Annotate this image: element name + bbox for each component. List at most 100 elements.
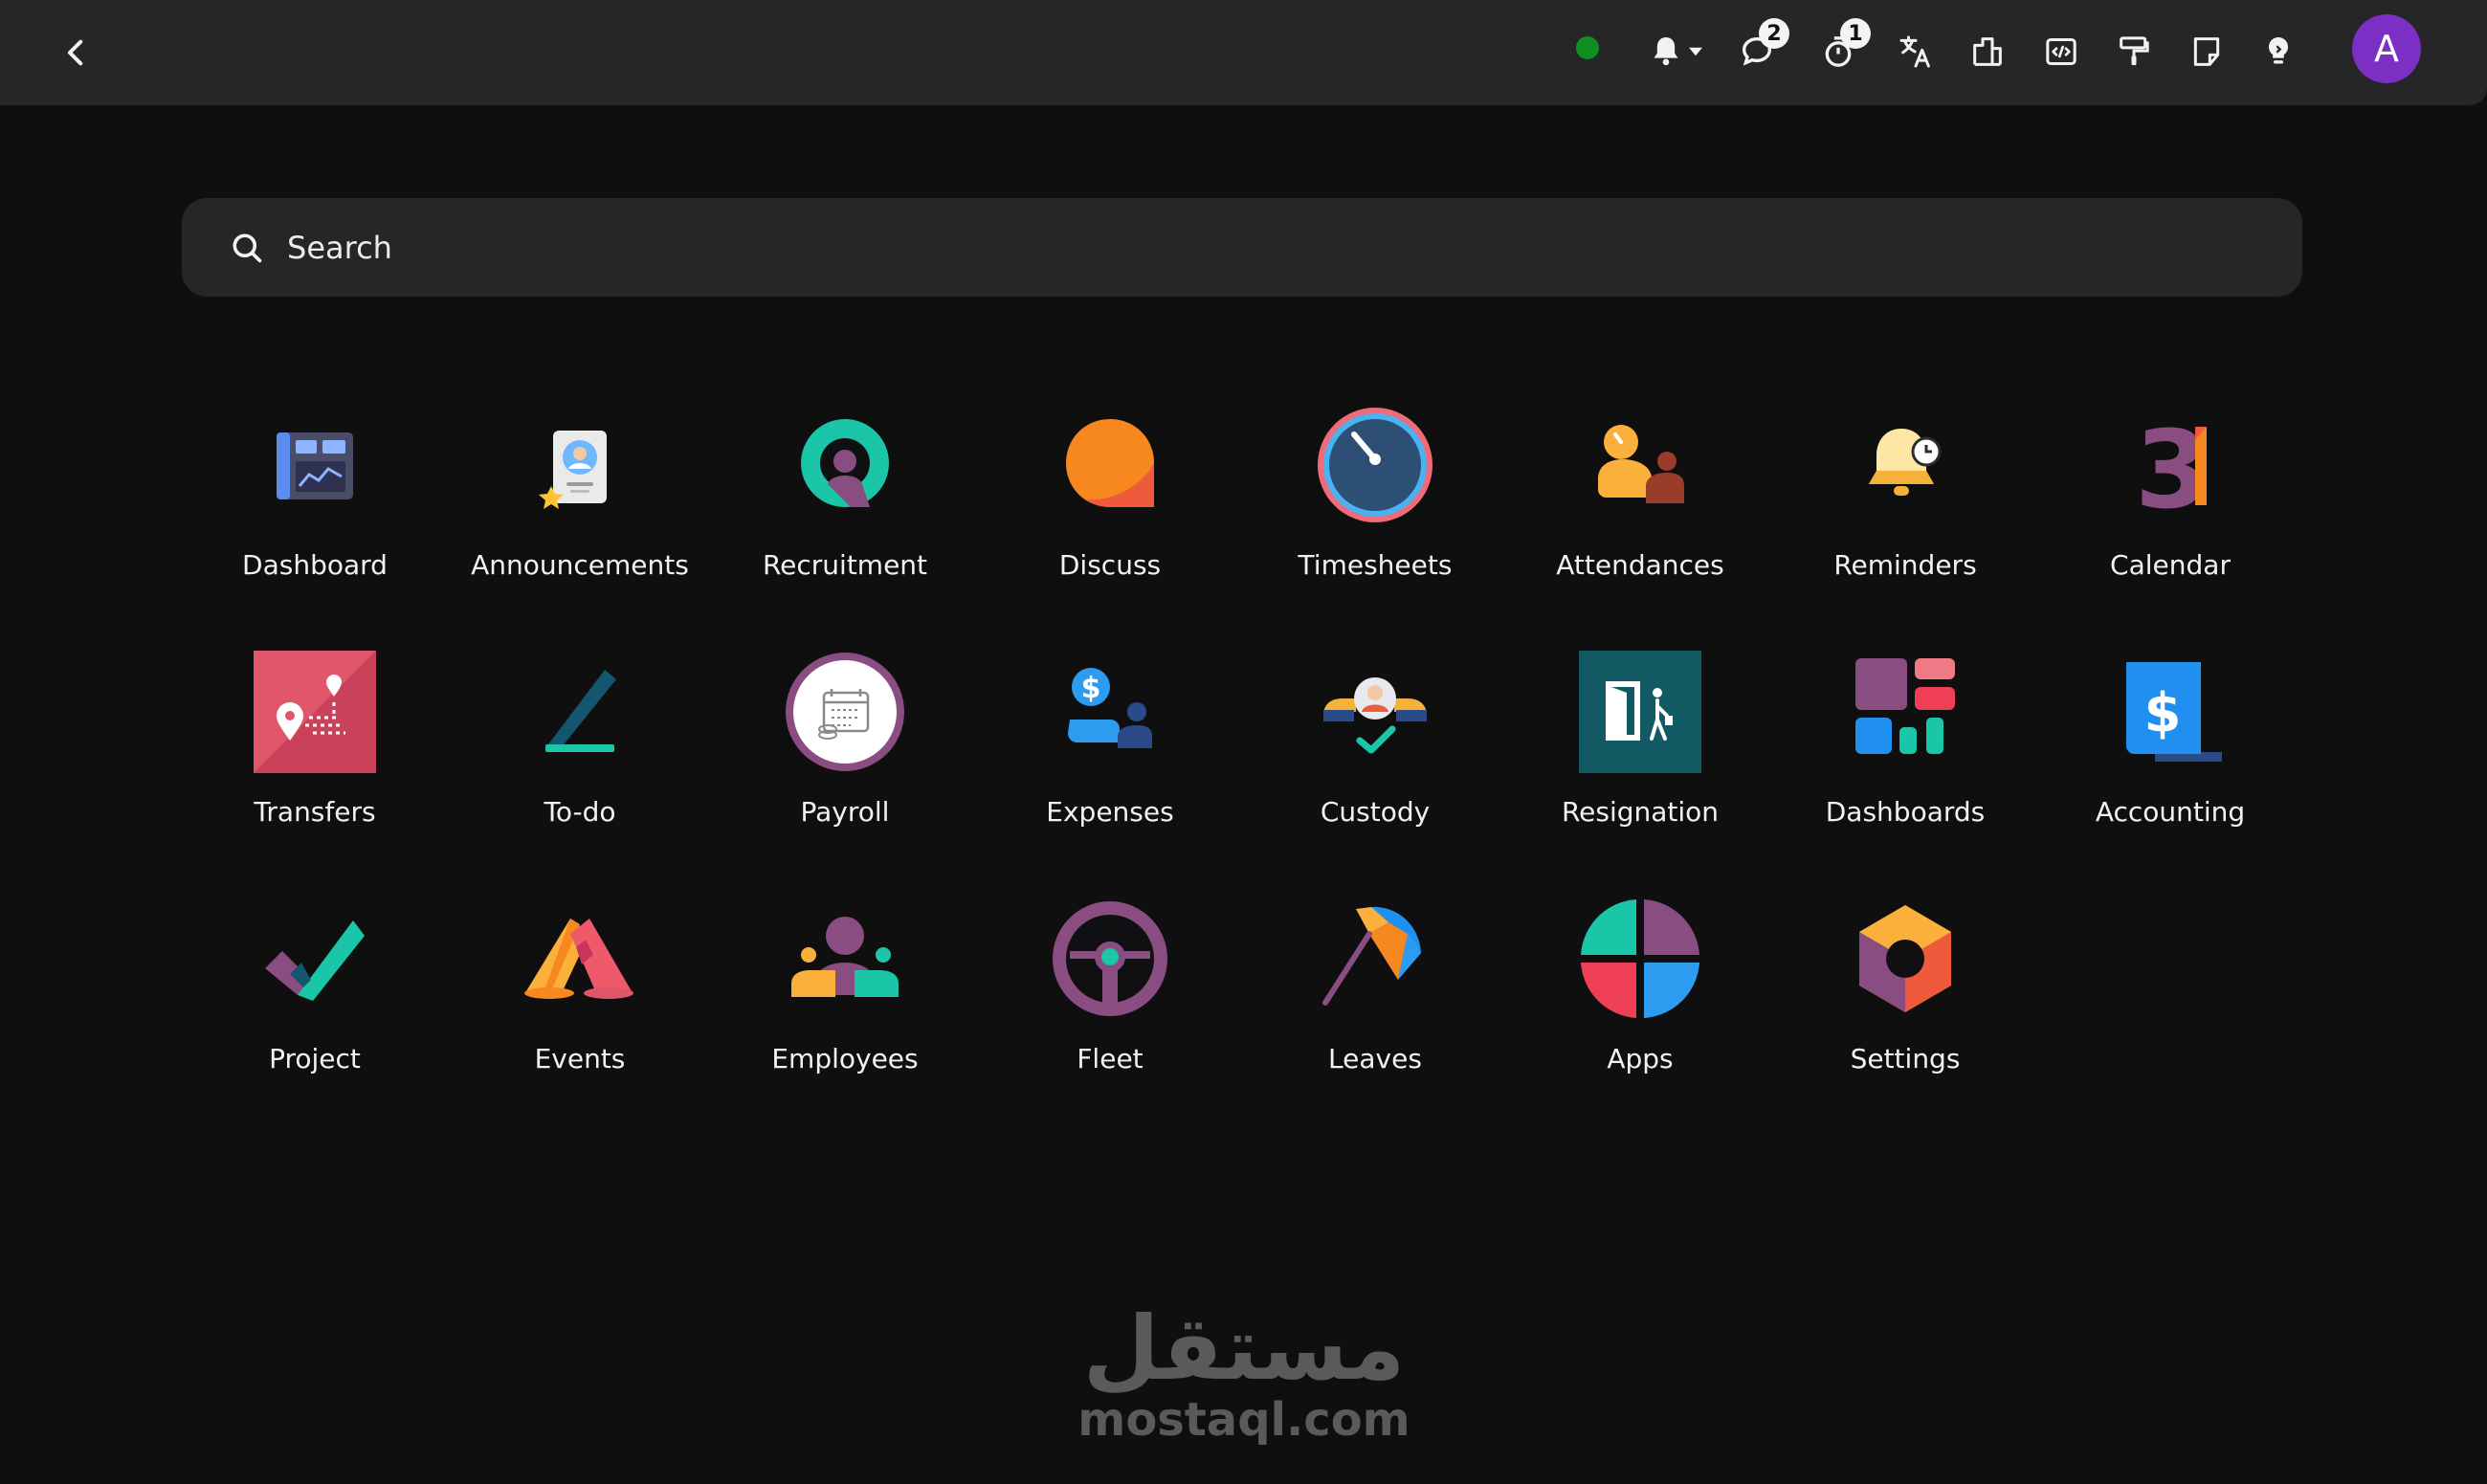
tips-button[interactable] xyxy=(2244,17,2313,86)
app-tile-accounting[interactable]: $ Accounting xyxy=(2038,649,2302,869)
app-label: Payroll xyxy=(800,796,890,828)
app-tile-payroll[interactable]: Payroll xyxy=(713,649,977,869)
discuss-icon xyxy=(1066,419,1154,507)
language-button[interactable] xyxy=(1881,17,1950,86)
app-tile-resignation[interactable]: Resignation xyxy=(1508,649,1772,869)
app-label: Attendances xyxy=(1556,549,1724,581)
resignation-icon xyxy=(1579,651,1701,773)
app-tile-attendances[interactable]: Attendances xyxy=(1508,402,1772,622)
todo-icon xyxy=(545,670,616,752)
app-label: Custody xyxy=(1320,796,1431,828)
dashboards-icon xyxy=(1855,658,1955,754)
watermark-arabic-text: مستقل xyxy=(1082,1297,1406,1400)
employees-icon xyxy=(791,917,899,997)
project-icon xyxy=(265,920,365,1001)
app-search-bar[interactable] xyxy=(182,198,2302,297)
app-label: Dashboard xyxy=(242,549,388,581)
translate-icon xyxy=(1899,35,1930,68)
app-tile-transfers[interactable]: Transfers xyxy=(183,649,447,869)
app-tile-expenses[interactable]: $ Expenses xyxy=(978,649,1242,869)
notifications-button[interactable] xyxy=(1627,17,1722,86)
custody-icon xyxy=(1323,677,1427,754)
app-tile-calendar[interactable]: 3 Calendar xyxy=(2038,402,2302,622)
events-icon xyxy=(524,919,633,999)
app-tile-events[interactable]: Events xyxy=(448,896,712,1116)
watermark-latin-text: mostaql.com xyxy=(1077,1393,1410,1447)
caret-down-icon xyxy=(1689,47,1702,56)
accounting-icon: $ xyxy=(2126,662,2222,762)
paint-roller-icon xyxy=(2120,36,2149,66)
app-label: Dashboards xyxy=(1825,796,1986,828)
reminders-icon xyxy=(1869,429,1942,496)
building-icon xyxy=(1973,37,2002,66)
chevron-left-icon xyxy=(67,39,83,66)
app-tile-custody[interactable]: Custody xyxy=(1243,649,1507,869)
app-tile-settings[interactable]: Settings xyxy=(1773,896,2037,1116)
messages-button[interactable]: 2 xyxy=(1722,17,1791,86)
app-label: Transfers xyxy=(254,796,376,828)
announcements-icon xyxy=(539,431,607,509)
app-tile-fleet[interactable]: Fleet xyxy=(978,896,1242,1116)
app-tile-recruitment[interactable]: Recruitment xyxy=(713,402,977,622)
back-button[interactable] xyxy=(48,24,105,81)
activities-count-badge: 1 xyxy=(1840,18,1871,49)
svg-text:$: $ xyxy=(2144,682,2182,744)
search-icon xyxy=(233,233,262,263)
sticky-note-icon xyxy=(2193,37,2220,66)
app-tile-timesheets[interactable]: Timesheets xyxy=(1243,402,1507,622)
app-label: Resignation xyxy=(1561,796,1720,828)
svg-text:$: $ xyxy=(1081,672,1101,705)
app-tile-announcements[interactable]: Announcements xyxy=(448,402,712,622)
app-label: Recruitment xyxy=(762,549,928,581)
app-label: Announcements xyxy=(471,549,689,581)
timesheets-icon xyxy=(1318,408,1432,522)
app-label: Events xyxy=(534,1043,626,1074)
fleet-icon xyxy=(1053,901,1167,1016)
app-label: Employees xyxy=(771,1043,919,1074)
debug-mode-button[interactable] xyxy=(2027,17,2096,86)
app-tile-discuss[interactable]: Discuss xyxy=(978,402,1242,622)
app-label: Settings xyxy=(1850,1043,1961,1074)
app-tile-project[interactable]: Project xyxy=(183,896,447,1116)
app-label: Calendar xyxy=(2110,549,2231,581)
code-icon xyxy=(2046,38,2076,65)
app-label: Accounting xyxy=(2095,796,2246,828)
messages-count-badge: 2 xyxy=(1759,18,1789,49)
app-tile-dashboards[interactable]: Dashboards xyxy=(1773,649,2037,869)
expenses-icon: $ xyxy=(1068,668,1152,748)
app-tile-employees[interactable]: Employees xyxy=(713,896,977,1116)
company-switcher-button[interactable] xyxy=(1953,17,2022,86)
app-label: Fleet xyxy=(1077,1043,1144,1074)
transfers-icon xyxy=(254,651,376,773)
app-label: To-do xyxy=(544,796,616,828)
search-input[interactable] xyxy=(285,217,2260,278)
app-label: Expenses xyxy=(1046,796,1174,828)
app-label: Apps xyxy=(1607,1043,1674,1074)
leaves-icon xyxy=(1322,906,1421,1006)
activities-button[interactable]: 1 xyxy=(1804,17,1873,86)
bell-icon xyxy=(1654,37,1678,66)
app-tile-dashboard[interactable]: Dashboard xyxy=(183,402,447,622)
calendar-icon: 3 xyxy=(2135,409,2209,528)
app-label: Reminders xyxy=(1833,549,1977,581)
attendances-icon xyxy=(1598,425,1684,503)
lightbulb-icon xyxy=(2268,36,2289,64)
presence-status-dot xyxy=(1576,36,1599,59)
user-avatar[interactable]: A xyxy=(2352,14,2421,83)
app-tile-apps[interactable]: Apps xyxy=(1508,896,1772,1116)
apps-icon xyxy=(1581,899,1699,1018)
payroll-icon xyxy=(786,653,904,771)
app-label: Timesheets xyxy=(1298,549,1453,581)
app-label: Leaves xyxy=(1328,1043,1422,1074)
top-navbar: 2 1 A xyxy=(0,0,2487,105)
app-label: Discuss xyxy=(1058,549,1162,581)
notes-button[interactable] xyxy=(2172,17,2241,86)
theme-customizer-button[interactable] xyxy=(2099,17,2168,86)
settings-icon xyxy=(1859,905,1951,1012)
recruitment-icon xyxy=(801,419,889,507)
app-tile-reminders[interactable]: Reminders xyxy=(1773,402,2037,622)
watermark-logo: مستقل mostaql.com xyxy=(995,1297,1493,1448)
app-tile-leaves[interactable]: Leaves xyxy=(1243,896,1507,1116)
app-tile-todo[interactable]: To-do xyxy=(448,649,712,869)
svg-text:3: 3 xyxy=(2135,409,2202,528)
